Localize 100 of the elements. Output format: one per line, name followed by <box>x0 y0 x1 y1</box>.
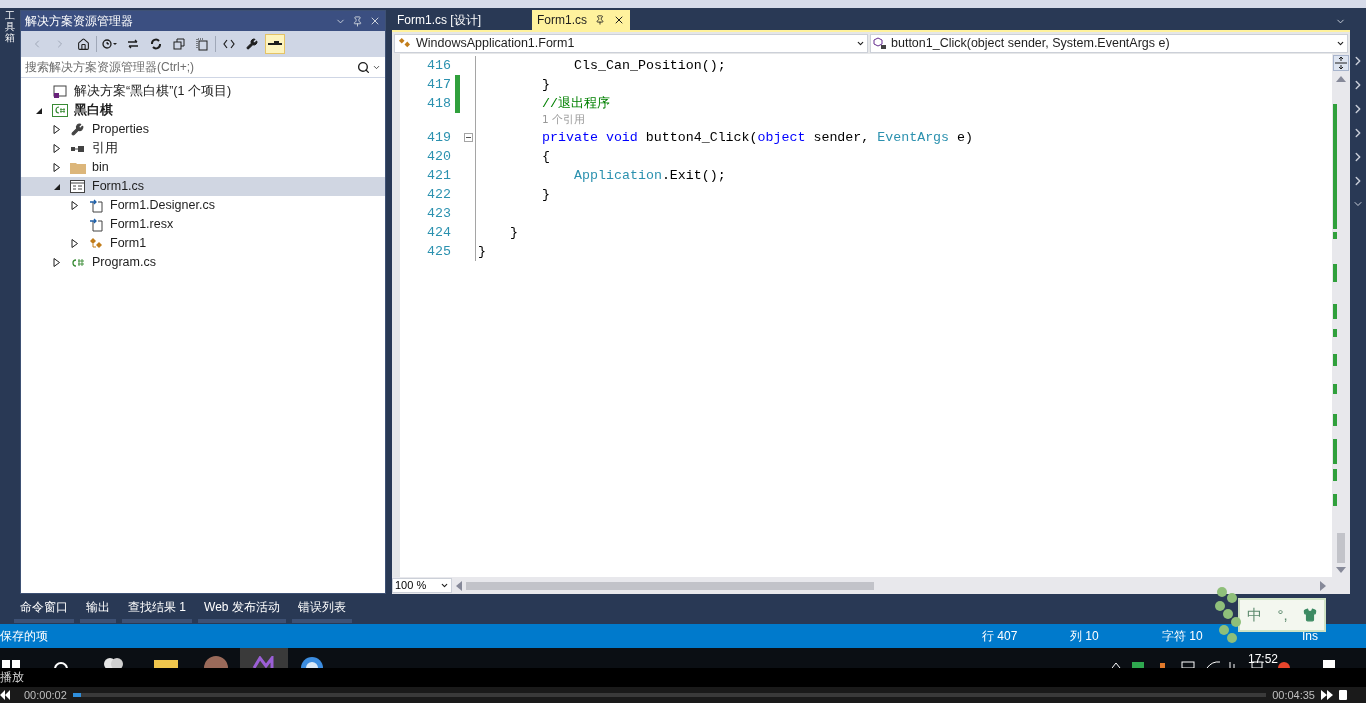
expand-arrow-icon[interactable] <box>71 201 79 210</box>
column-indicator: 列 10 <box>1070 628 1100 645</box>
pin-icon[interactable] <box>595 15 605 25</box>
scroll-down-icon[interactable] <box>1336 567 1346 573</box>
line-number: 421 <box>426 166 452 185</box>
folder-icon[interactable] <box>154 658 178 668</box>
tree-item-label: Form1 <box>110 235 147 253</box>
tree-item[interactable]: Program.cs <box>21 253 385 272</box>
code-line: //退出程序 <box>542 94 611 113</box>
visual-studio-taskbar-button[interactable] <box>240 648 288 668</box>
dependent-file-icon <box>88 217 103 232</box>
rewind-icon[interactable] <box>0 690 10 701</box>
code-line: } <box>542 75 551 94</box>
expand-arrow-icon[interactable] <box>53 258 61 267</box>
stop-icon[interactable] <box>1339 690 1348 701</box>
line-number: 418 <box>426 94 452 113</box>
tree-item[interactable]: 黑白棋 <box>21 101 385 120</box>
ime-toolbar[interactable]: 中 °, <box>1238 598 1326 632</box>
ime-punctuation[interactable]: °, <box>1277 603 1288 627</box>
tree-item-label: 解决方案“黑白棋”(1 个项目) <box>74 83 232 101</box>
tree-item-label: Program.cs <box>92 254 156 272</box>
tree-item-label: 引用 <box>92 140 118 158</box>
tree-item-label: Form1.Designer.cs <box>110 197 215 215</box>
editor-tab[interactable]: Form1.cs [设计] <box>392 10 532 30</box>
ime-language[interactable]: 中 <box>1247 603 1263 627</box>
references-icon <box>69 144 86 153</box>
preview-icon[interactable] <box>265 34 285 54</box>
tab-label: Form1.cs <box>537 12 587 29</box>
search-field[interactable]: 搜索解决方案资源管理器(Ctrl+;) <box>25 58 357 76</box>
search-icon[interactable] <box>357 60 370 74</box>
skin-icon[interactable] <box>1302 608 1317 622</box>
line-number: 420 <box>426 147 452 166</box>
char-indicator: 字符 10 <box>1162 628 1204 645</box>
expand-arrow-icon[interactable] <box>53 144 61 153</box>
member-dropdown[interactable]: button1_Click(object sender, System.EventArgs e) <box>870 33 1348 53</box>
tree-item-label: Form1.resx <box>110 216 174 234</box>
search-icon[interactable] <box>52 660 70 668</box>
code-line: Application.Exit(); <box>574 166 726 185</box>
line-number: 416 <box>426 56 452 75</box>
expand-arrow-icon[interactable] <box>71 239 79 248</box>
tree-item[interactable]: Form1.resx <box>21 215 385 234</box>
tab-label: Form1.cs [设计] <box>397 12 481 29</box>
split-icon[interactable] <box>1333 55 1349 71</box>
line-number: 424 <box>426 223 452 242</box>
status-message: 保存的项 <box>0 628 49 645</box>
collapse-arrow-icon[interactable] <box>53 182 61 191</box>
code-line: } <box>478 242 486 261</box>
code-line: } <box>542 185 551 204</box>
dependent-file-icon <box>88 198 103 213</box>
toolbox-tab[interactable]: 工具箱 <box>5 10 15 43</box>
vine-decoration-drawing <box>1214 586 1244 644</box>
tree-item[interactable]: Form1 <box>21 234 385 253</box>
code-line: } <box>510 223 518 242</box>
fast-forward-icon[interactable] <box>1321 690 1333 701</box>
expand-arrow-icon[interactable] <box>53 163 61 172</box>
expand-arrow-icon[interactable] <box>53 125 61 134</box>
windows-start-icon[interactable] <box>2 658 22 668</box>
line-number: 423 <box>426 204 452 223</box>
editor-tab[interactable]: Form1.cs <box>532 10 630 30</box>
line-indicator: 行 407 <box>982 628 1019 645</box>
folder-icon <box>69 161 86 174</box>
type-dropdown[interactable]: WindowsApplication1.Form1 <box>394 33 868 53</box>
zoom-dropdown[interactable]: 100 % <box>392 578 452 593</box>
scroll-right-icon[interactable] <box>1320 580 1326 591</box>
class-icon <box>397 37 412 49</box>
scroll-thumb[interactable] <box>1337 533 1345 563</box>
code-line: Cls_Can_Position(); <box>574 56 726 75</box>
code-line: { <box>542 147 551 166</box>
elapsed-time: 00:00:02 <box>24 688 67 703</box>
tree-item[interactable]: 解决方案“黑白棋”(1 个项目) <box>21 82 385 101</box>
scroll-left-icon[interactable] <box>456 580 462 591</box>
collapse-arrow-icon[interactable] <box>35 106 43 115</box>
close-icon[interactable] <box>613 14 625 26</box>
avatar-icon[interactable] <box>204 656 228 668</box>
vertical-scrollbar[interactable] <box>1332 54 1350 577</box>
progress-track[interactable] <box>72 693 1267 698</box>
line-number: 422 <box>426 185 452 204</box>
pin-icon[interactable] <box>352 15 363 27</box>
line-number: 419 <box>426 128 452 147</box>
scroll-up-icon[interactable] <box>1336 76 1346 82</box>
horizontal-scroll-thumb[interactable] <box>466 581 874 590</box>
visual-studio-icon <box>252 656 276 668</box>
solution-icon <box>52 84 67 99</box>
taskbar-clock: 17:52 <box>1248 651 1279 668</box>
notification-icon[interactable] <box>1322 658 1336 668</box>
tree-item-label: Form1.cs <box>92 178 145 196</box>
tree-item-label: bin <box>92 159 109 177</box>
tree-item[interactable]: Form1.cs <box>21 177 385 196</box>
tree-item[interactable]: bin <box>21 158 385 177</box>
method-icon <box>873 36 887 50</box>
line-number: 425 <box>426 242 452 261</box>
wrench-icon <box>71 123 84 136</box>
tree-item[interactable]: Properties <box>21 120 385 139</box>
collapse-icon[interactable] <box>464 133 473 142</box>
tree-item[interactable]: 引用 <box>21 139 385 158</box>
csharp-file-icon <box>69 257 86 268</box>
tree-item[interactable]: Form1.Designer.cs <box>21 196 385 215</box>
line-number: 417 <box>426 75 452 94</box>
csharp-project-icon <box>51 104 68 117</box>
panel-title: 解决方案资源管理器 <box>25 13 134 30</box>
